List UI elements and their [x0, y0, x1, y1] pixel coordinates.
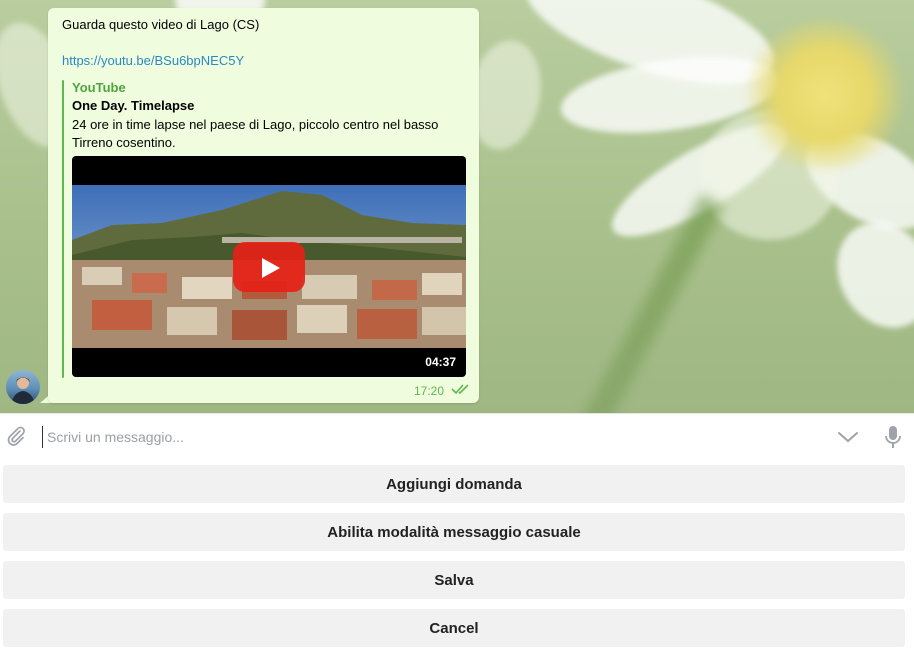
avatar-image — [11, 377, 35, 404]
message-input-bar — [0, 413, 914, 459]
link-preview-bar — [62, 80, 64, 378]
link-preview-description: 24 ore in time lapse nel paese di Lago, … — [72, 117, 439, 150]
chevron-down-icon[interactable] — [836, 428, 860, 446]
add-question-button[interactable]: Aggiungi domanda — [3, 465, 905, 503]
message-bubble[interactable]: Guarda questo video di Lago (CS) https:/… — [48, 8, 479, 403]
message-input[interactable] — [42, 426, 802, 448]
message-text: Guarda questo video di Lago (CS) — [62, 17, 260, 32]
video-duration: 04:37 — [425, 355, 456, 369]
play-icon — [262, 258, 280, 278]
paperclip-icon[interactable] — [5, 425, 27, 447]
save-button[interactable]: Salva — [3, 561, 905, 599]
chat-area[interactable]: Guarda questo video di Lago (CS) https:/… — [0, 0, 914, 413]
message-link[interactable]: https://youtu.be/BSu6bpNEC5Y — [62, 53, 244, 69]
double-check-icon — [451, 384, 469, 395]
enable-random-message-mode-button[interactable]: Abilita modalità messaggio casuale — [3, 513, 905, 551]
link-preview-site: YouTube — [72, 80, 126, 95]
message-time: 17:20 — [413, 384, 444, 398]
video-thumbnail[interactable]: 04:37 — [72, 156, 466, 377]
play-button[interactable] — [233, 242, 305, 292]
avatar[interactable] — [6, 370, 40, 404]
cancel-button[interactable]: Cancel — [3, 609, 905, 647]
link-preview-title: One Day. Timelapse — [72, 98, 195, 113]
microphone-icon[interactable] — [882, 424, 904, 450]
